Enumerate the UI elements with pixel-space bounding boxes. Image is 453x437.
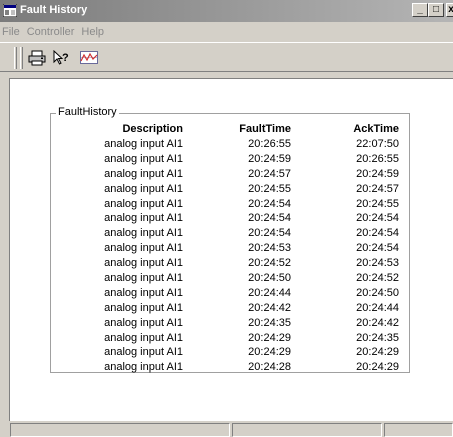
menu-help[interactable]: Help	[79, 24, 109, 42]
table-row: analog input AI1 20:24:53 20:24:54	[51, 242, 411, 257]
menu-file[interactable]: File	[0, 24, 25, 42]
cell-description: analog input AI1	[104, 331, 183, 344]
cell-description: analog input AI1	[104, 227, 183, 240]
cell-fault-time: 20:26:55	[248, 138, 291, 150]
trend-chart-icon[interactable]	[80, 50, 98, 66]
cell-ack-time: 20:24:54	[356, 227, 399, 240]
cell-description: analog input AI1	[104, 301, 183, 314]
svg-text:?: ?	[62, 52, 69, 64]
cell-fault-time: 20:24:54	[248, 227, 291, 240]
fault-history-group: FaultHistory Description FaultTime AckTi…	[50, 106, 411, 376]
table-row: analog input AI1 20:24:52 20:24:53	[51, 257, 411, 272]
cell-ack-time: 20:24:57	[356, 182, 399, 195]
cell-fault-time: 20:24:50	[248, 272, 291, 285]
cell-description: analog input AI1	[104, 257, 183, 270]
cell-fault-time: 20:24:52	[248, 257, 291, 270]
column-header-ack-time: AckTime	[353, 123, 399, 135]
cell-fault-time: 20:24:29	[248, 346, 291, 359]
fault-list: analog input AI1 20:26:55 22:07:50 analo…	[51, 138, 411, 376]
column-header-description: Description	[122, 123, 183, 135]
toolbar-grip-secondary[interactable]	[20, 47, 23, 69]
cell-description: analog input AI1	[104, 361, 183, 374]
toolbar-grip[interactable]	[14, 47, 17, 69]
table-row: analog input AI1 20:26:55 22:07:50	[51, 138, 411, 153]
context-help-icon[interactable]: ?	[52, 50, 70, 66]
app-icon	[3, 4, 17, 17]
table-row: analog input AI1 20:24:54 20:24:55	[51, 198, 411, 213]
menu-bar: File Controller Help	[0, 24, 109, 42]
cell-ack-time: 20:24:59	[356, 167, 399, 180]
table-row: analog input AI1 20:24:57 20:24:59	[51, 168, 411, 183]
cell-description: analog input AI1	[104, 152, 183, 165]
cell-description: analog input AI1	[104, 316, 183, 329]
cell-ack-time: 20:24:52	[356, 272, 399, 285]
title-bar[interactable]: Fault History _ □ x	[0, 0, 453, 22]
cell-ack-time: 20:24:29	[356, 346, 399, 359]
cell-fault-time: 20:24:53	[248, 242, 291, 255]
status-pane-secondary	[232, 423, 382, 437]
cell-fault-time: 20:24:29	[248, 331, 291, 344]
table-row: analog input AI1 20:24:42 20:24:44	[51, 302, 411, 317]
printer-icon[interactable]	[28, 50, 46, 66]
cell-fault-time: 20:24:57	[248, 167, 291, 180]
cell-fault-time: 20:24:54	[248, 212, 291, 225]
cell-fault-time: 20:24:54	[248, 197, 291, 210]
cell-fault-time: 20:24:28	[248, 361, 291, 374]
cell-ack-time: 20:24:54	[356, 242, 399, 255]
toolbar: ?	[0, 42, 453, 72]
status-pane-main	[10, 423, 230, 437]
cell-ack-time: 20:24:29	[356, 361, 399, 374]
client-area: FaultHistory Description FaultTime AckTi…	[9, 78, 453, 421]
table-row: analog input AI1 20:24:44 20:24:50	[51, 287, 411, 302]
table-row: analog input AI1 20:24:28 20:24:29	[51, 361, 411, 376]
maximize-button[interactable]: □	[428, 3, 444, 17]
cell-description: analog input AI1	[104, 138, 183, 150]
status-bar	[0, 422, 453, 437]
cell-description: analog input AI1	[104, 197, 183, 210]
cell-ack-time: 20:24:44	[356, 301, 399, 314]
cell-ack-time: 20:24:50	[356, 286, 399, 299]
table-row: analog input AI1 20:24:59 20:26:55	[51, 153, 411, 168]
cell-fault-time: 20:24:42	[248, 301, 291, 314]
table-row: analog input AI1 20:24:50 20:24:52	[51, 272, 411, 287]
cell-fault-time: 20:24:59	[248, 152, 291, 165]
minimize-button[interactable]: _	[412, 3, 428, 17]
group-label: FaultHistory	[56, 106, 119, 118]
table-row: analog input AI1 20:24:54 20:24:54	[51, 212, 411, 227]
cell-description: analog input AI1	[104, 182, 183, 195]
cell-fault-time: 20:24:35	[248, 316, 291, 329]
table-row: analog input AI1 20:24:55 20:24:57	[51, 183, 411, 198]
cell-ack-time: 20:24:55	[356, 197, 399, 210]
cell-description: analog input AI1	[104, 242, 183, 255]
cell-fault-time: 20:24:55	[248, 182, 291, 195]
fault-history-window: Fault History _ □ x File Controller Help…	[0, 0, 453, 437]
cell-description: analog input AI1	[104, 272, 183, 285]
cell-ack-time: 20:24:53	[356, 257, 399, 270]
close-button[interactable]: x	[446, 3, 453, 17]
cell-ack-time: 20:24:54	[356, 212, 399, 225]
status-pane-tertiary	[384, 423, 453, 437]
table-row: analog input AI1 20:24:29 20:24:29	[51, 346, 411, 361]
cell-description: analog input AI1	[104, 286, 183, 299]
table-row: analog input AI1 20:24:54 20:24:54	[51, 227, 411, 242]
cell-ack-time: 20:24:35	[356, 331, 399, 344]
cell-description: analog input AI1	[104, 346, 183, 359]
cell-description: analog input AI1	[104, 167, 183, 180]
cell-description: analog input AI1	[104, 212, 183, 225]
menu-controller[interactable]: Controller	[25, 24, 80, 42]
table-row: analog input AI1 20:24:29 20:24:35	[51, 332, 411, 347]
cell-fault-time: 20:24:44	[248, 286, 291, 299]
cell-ack-time: 20:26:55	[356, 152, 399, 165]
cell-ack-time: 22:07:50	[356, 138, 399, 150]
table-row: analog input AI1 20:24:35 20:24:42	[51, 317, 411, 332]
cell-ack-time: 20:24:42	[356, 316, 399, 329]
column-header-fault-time: FaultTime	[239, 123, 291, 135]
window-title: Fault History	[20, 4, 88, 16]
